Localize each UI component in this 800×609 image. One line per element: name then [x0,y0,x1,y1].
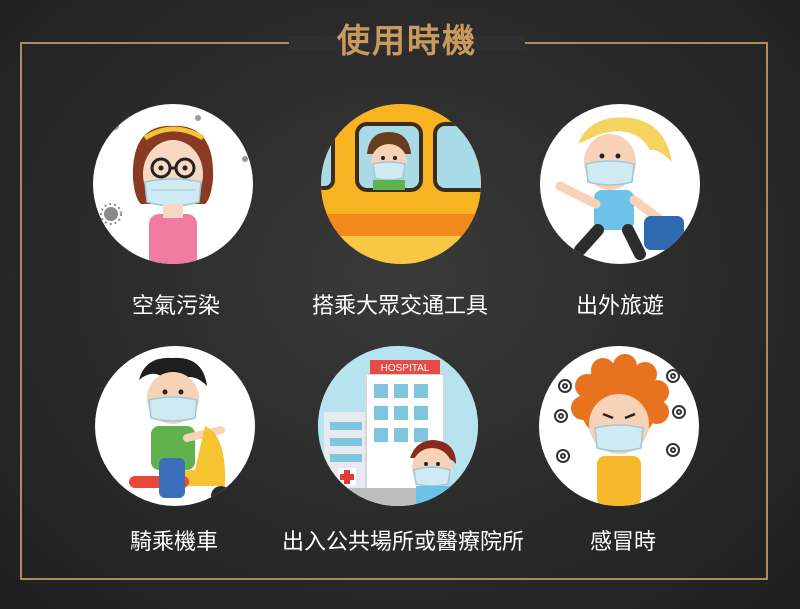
hospital-mask-icon: HOSPITAL [318,346,478,506]
hospital-sign: HOSPITAL [381,363,430,374]
bus-passenger-mask-icon [321,104,481,264]
usage-item-air-pollution [93,104,253,264]
usage-item-public-transport [321,104,481,264]
usage-item-scooter [95,346,255,506]
usage-item-hospital: HOSPITAL [318,346,478,506]
girl-mask-air-pollution-icon [93,104,253,264]
usage-label-cold: 感冒時 [589,530,657,555]
scooter-rider-mask-icon [95,346,255,506]
usage-label-public-transport: 搭乘大眾交通工具 [311,294,489,319]
usage-item-cold [539,346,699,506]
usage-label-hospital: 出入公共場所或醫療院所 [281,530,525,555]
sick-child-mask-icon [539,346,699,506]
usage-label-travel: 出外旅遊 [575,294,665,319]
page-title: 使用時機 [337,21,477,60]
usage-item-travel [540,104,700,264]
usage-label-scooter: 騎乘機車 [129,530,219,555]
traveler-mask-icon [540,104,700,264]
usage-label-air-pollution: 空氣污染 [131,294,221,319]
